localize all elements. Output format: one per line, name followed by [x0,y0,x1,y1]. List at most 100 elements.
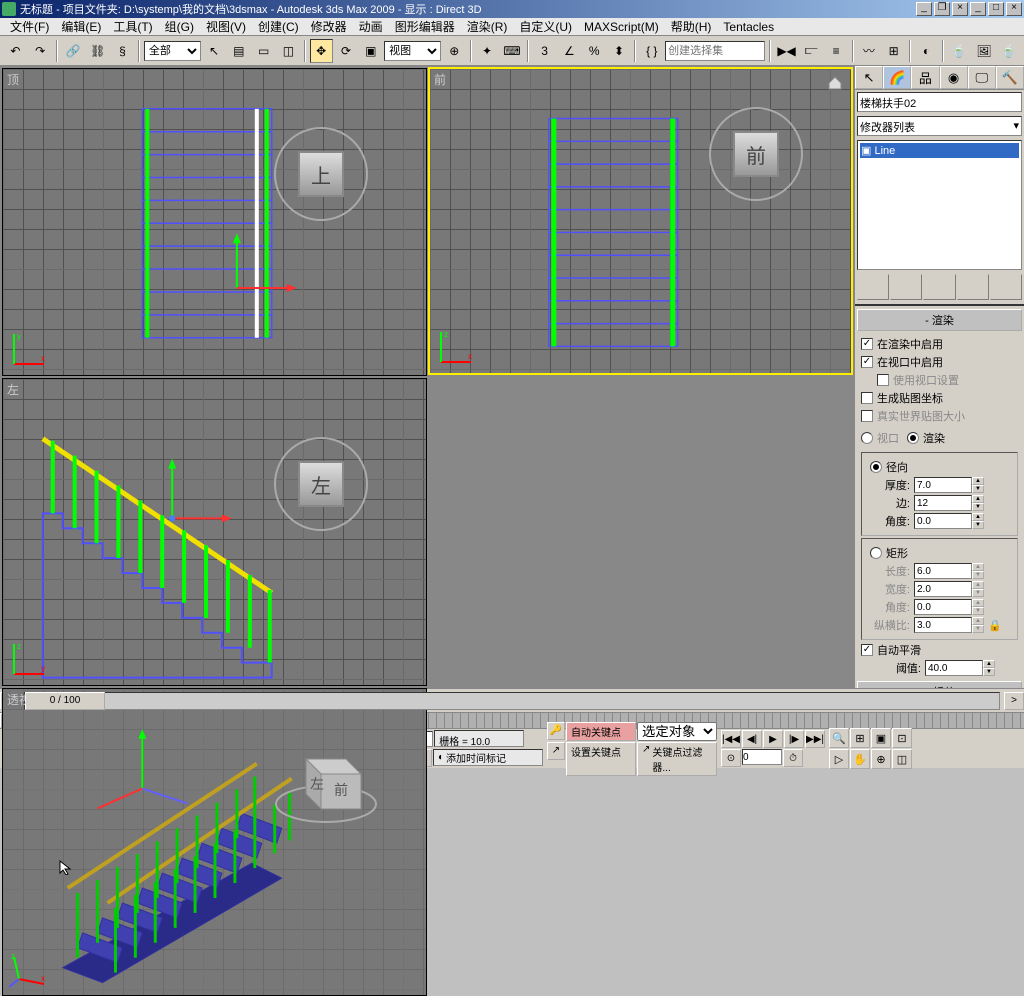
undo-button[interactable]: ↶ [4,39,27,63]
radio-renderer[interactable]: 渲染 [907,430,945,446]
selection-filter-dropdown[interactable]: 全部 [144,41,201,61]
menu-modifiers[interactable]: 修改器 [305,17,353,36]
spinner-thickness[interactable]: ▲▼ [914,477,984,493]
radio-rectangular[interactable]: 矩形 [870,545,1013,561]
object-name-field[interactable]: 楼梯扶手02 [857,92,1022,112]
spinner-angle[interactable]: ▲▼ [914,513,984,529]
show-end-result-button[interactable] [890,274,922,300]
time-slider-track[interactable]: 0 / 100 [24,692,1000,710]
view-cube-left[interactable]: 左 [266,429,376,539]
menu-file[interactable]: 文件(F) [4,17,55,36]
tab-motion[interactable]: ◉ [940,66,968,89]
select-object-button[interactable]: ↖ [203,39,226,63]
menu-group[interactable]: 组(G) [159,17,200,36]
redo-button[interactable]: ↷ [29,39,52,63]
key-filters-button[interactable]: ↗ 关键点过滤器... [637,742,717,776]
render-frame-button[interactable]: 🖼 [973,39,996,63]
move-button[interactable]: ✥ [310,39,333,63]
zoom-all-button[interactable]: ⊞ [850,728,870,748]
mirror-button[interactable]: ▶◀ [775,39,798,63]
keyboard-shortcut-button[interactable]: ⌨ [500,39,523,63]
spinner-snap-button[interactable]: ⬍ [608,39,631,63]
time-config-button[interactable]: ⏱ [783,749,803,767]
link-button[interactable]: 🔗 [62,39,85,63]
menu-customize[interactable]: 自定义(U) [513,17,578,36]
menu-create[interactable]: 创建(C) [252,17,305,36]
angle-snap-button[interactable]: ∠ [558,39,581,63]
modifier-list-dropdown[interactable]: 修改器列表▾ [857,116,1022,136]
minimize-button[interactable]: _ [916,2,932,16]
set-key-icon[interactable]: 🔑 [547,722,565,740]
menu-tentacles[interactable]: Tentacles [717,19,780,35]
unlink-button[interactable]: ⛓ [86,39,109,63]
next-frame-button[interactable]: |▶ [784,730,804,748]
remove-modifier-button[interactable] [957,274,989,300]
menu-animation[interactable]: 动画 [353,17,389,36]
align-button[interactable]: ⫍ [800,39,823,63]
checkbox-enable-renderer[interactable]: 在渲染中启用 [861,336,1018,352]
goto-end-button[interactable]: ▶▶| [805,730,825,748]
zoom-extents-button[interactable]: ▣ [871,728,891,748]
view-cube-top[interactable]: 上 [266,119,376,229]
snap-toggle-button[interactable]: 3 [533,39,556,63]
tab-display[interactable]: 🖵 [968,66,996,89]
bind-spacewarp-button[interactable]: § [111,39,134,63]
curve-editor-button[interactable]: 〰 [858,39,881,63]
select-by-name-button[interactable]: ▤ [227,39,250,63]
current-frame-input[interactable] [742,749,782,765]
prev-frame-button[interactable]: ◀| [742,730,762,748]
close-inner-button[interactable]: × [952,2,968,16]
rollout-interpolation[interactable]: + 插值 [857,681,1022,688]
menu-graph-editors[interactable]: 图形编辑器 [389,17,461,36]
select-region-button[interactable]: ▭ [252,39,275,63]
lock-aspect-icon[interactable]: 🔒 [988,619,1002,632]
time-slider[interactable]: < 0 / 100 > [0,688,1024,712]
render-setup-button[interactable]: 🍵 [948,39,971,63]
view-cube-front[interactable]: 前 [701,99,811,209]
pan-button[interactable]: ✋ [850,749,870,769]
radio-radial[interactable]: 径向 [870,459,1013,475]
goto-start-button[interactable]: |◀◀ [721,730,741,748]
minimize-outer-button[interactable]: _ [970,2,986,16]
edit-selection-set-button[interactable]: { } [640,39,663,63]
auto-key-button[interactable]: 自动关键点 [566,722,636,741]
rollout-rendering[interactable]: - 渲染 [857,309,1022,331]
tab-create[interactable]: ↖ [855,66,883,89]
maximize-viewport-button[interactable]: ◫ [892,749,912,769]
window-crossing-button[interactable]: ◫ [277,39,300,63]
key-target-dropdown[interactable]: 选定对象 [637,722,717,741]
viewport-left[interactable]: 左 [2,378,427,686]
menu-help[interactable]: 帮助(H) [665,17,718,36]
layers-button[interactable]: ≡ [825,39,848,63]
checkbox-auto-smooth[interactable]: 自动平滑 [861,642,1018,658]
pin-stack-button[interactable] [857,274,889,300]
viewport-front[interactable]: 前 前 xz [428,67,853,375]
configure-sets-button[interactable] [990,274,1022,300]
stack-item-line[interactable]: ▣ Line [860,143,1019,158]
menu-maxscript[interactable]: MAXScript(M) [578,19,665,35]
menu-view[interactable]: 视图(V) [200,17,252,36]
rotate-button[interactable]: ⟳ [335,39,358,63]
material-editor-button[interactable]: ◐ [915,39,938,63]
fov-button[interactable]: ▷ [829,749,849,769]
view-cube-perspective[interactable]: 左前 [266,719,386,839]
checkbox-enable-viewport[interactable]: 在视口中启用 [861,354,1018,370]
unique-button[interactable] [923,274,955,300]
viewport-top[interactable]: 顶 上 xy [2,68,427,376]
zoom-extents-all-button[interactable]: ⊡ [892,728,912,748]
key-mode-button[interactable]: ↗ [547,742,565,760]
schematic-view-button[interactable]: ⊞ [882,39,905,63]
modifier-stack[interactable]: ▣ Line [857,140,1022,270]
menu-edit[interactable]: 编辑(E) [55,17,107,36]
zoom-button[interactable]: 🔍 [829,728,849,748]
next-key-button[interactable]: > [1004,692,1024,710]
checkbox-gen-mapping[interactable]: 生成贴图坐标 [861,390,1018,406]
spinner-threshold[interactable]: ▲▼ [925,660,995,676]
close-button[interactable]: × [1006,2,1022,16]
set-key-button[interactable]: 设置关键点 [566,742,636,776]
ref-coord-dropdown[interactable]: 视图 [384,41,441,61]
scale-button[interactable]: ▣ [359,39,382,63]
maximize-button[interactable]: □ [988,2,1004,16]
viewport-perspective[interactable]: 透视 [2,688,427,996]
home-icon[interactable] [827,75,843,91]
